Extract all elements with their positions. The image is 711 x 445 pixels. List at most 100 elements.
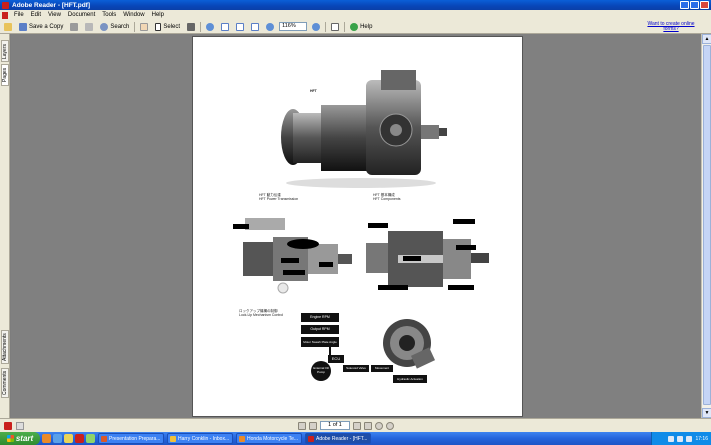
scroll-down-button[interactable]: ▼ (702, 408, 711, 418)
menu-file[interactable]: File (13, 12, 25, 18)
hand-tool-button[interactable] (138, 21, 150, 32)
go-back-button[interactable] (375, 421, 383, 430)
page-navigation: 1 of 1 (298, 421, 394, 430)
minimize-button[interactable] (680, 1, 689, 9)
save-copy-label: Save a Copy (29, 23, 64, 30)
section2-en: HFT Components (373, 197, 401, 201)
solenoid-valve-box: Solenoid Valve (343, 365, 369, 372)
hft-unit-illustration (281, 70, 447, 188)
printer-icon (70, 22, 79, 31)
window-title: Adobe Reader - [HFT.pdf] (12, 1, 90, 9)
task-adobe-reader[interactable]: Adobe Reader - [HFT... (305, 433, 371, 444)
vertical-scrollbar[interactable]: ▲ ▼ (701, 34, 711, 418)
quicklaunch-reader-icon[interactable] (75, 434, 84, 443)
flow-connector (329, 347, 331, 355)
first-page-button[interactable] (298, 421, 306, 430)
scroll-thumb[interactable] (703, 45, 711, 405)
rotate-button[interactable] (329, 21, 341, 32)
engine-rpm-box: Engine RPM (301, 313, 339, 322)
email-icon (85, 22, 94, 31)
taskbar: start Presentation Prepara... Harry Conk… (0, 432, 711, 445)
go-forward-button[interactable] (386, 421, 394, 430)
last-page-button[interactable] (364, 421, 372, 430)
ecu-box: ECU (328, 355, 344, 363)
zoom-out-button[interactable] (264, 21, 276, 32)
toolbar-separator (344, 21, 346, 32)
fit-width-button[interactable] (249, 21, 261, 32)
print-button[interactable] (68, 21, 80, 32)
adobe-reader-icon (2, 1, 9, 9)
zoom-tool-button[interactable] (204, 21, 216, 32)
task-inbox[interactable]: Harry Conklin - Inbox... (167, 433, 233, 444)
toolbar-separator (325, 21, 327, 32)
external-oil-pump: External Oil Pump (311, 361, 331, 381)
hand-icon (140, 22, 149, 31)
page-number-input[interactable]: 1 of 1 (320, 421, 350, 430)
task-presentation[interactable]: Presentation Prepara... (98, 433, 164, 444)
clock: 17:16 (695, 435, 708, 442)
tab-layers[interactable]: Layers (1, 40, 9, 62)
network-icon[interactable] (668, 435, 675, 442)
help-button[interactable]: Help (348, 21, 374, 32)
quicklaunch-outlook-icon[interactable] (64, 434, 73, 443)
menu-help[interactable]: Help (151, 12, 165, 18)
windows-flag-icon (6, 435, 14, 442)
search-button[interactable]: Search (98, 21, 131, 32)
start-label: start (15, 434, 34, 443)
select-button[interactable]: Select (153, 21, 182, 32)
toolbar-separator (200, 21, 202, 32)
menu-document[interactable]: Document (67, 12, 96, 18)
actual-size-button[interactable] (219, 21, 231, 32)
save-copy-button[interactable]: Save a Copy (17, 21, 65, 32)
document-icon (2, 11, 8, 19)
snapshot-button[interactable] (185, 21, 197, 32)
tab-attachments[interactable]: Attachments (1, 330, 9, 364)
start-button[interactable]: start (0, 432, 40, 445)
system-tray: 17:16 (651, 432, 711, 445)
outlook-icon (170, 435, 176, 442)
output-rpm-box: Output RPM (301, 325, 339, 334)
email-button[interactable] (83, 21, 95, 32)
task-label: Honda Motorcycle Te... (247, 435, 299, 442)
menu-window[interactable]: Window (122, 12, 145, 18)
menu-view[interactable]: View (47, 12, 62, 18)
fit-page-icon (236, 22, 245, 31)
task-honda[interactable]: Honda Motorcycle Te... (236, 433, 302, 444)
power-transmission-diagram (233, 218, 352, 294)
maximize-button[interactable] (690, 1, 699, 9)
rotate-icon (331, 22, 340, 31)
menu-tools[interactable]: Tools (101, 12, 117, 18)
quicklaunch-ie-icon[interactable] (53, 434, 62, 443)
pdf-page: HFT HFT 動力伝達 HFT Power Transmission HFT … (192, 36, 523, 417)
fit-page-button[interactable] (234, 21, 246, 32)
next-page-button[interactable] (353, 421, 361, 430)
zoom-in-button[interactable] (310, 21, 322, 32)
magnifier-icon (206, 22, 215, 31)
quicklaunch-desktop-icon[interactable] (86, 434, 95, 443)
quicklaunch-firefox-icon[interactable] (42, 434, 51, 443)
navigation-pane: Layers Pages Attachments Comments (0, 34, 10, 418)
open-button[interactable] (2, 21, 14, 32)
task-label: Adobe Reader - [HFT... (316, 435, 368, 442)
zoom-in-icon (312, 22, 321, 31)
volume-icon[interactable] (677, 435, 684, 442)
toolbar: Save a Copy Search Select 116% Help (0, 20, 711, 34)
create-forms-link[interactable]: Want to create online forms? (647, 22, 695, 32)
tab-comments[interactable]: Comments (1, 368, 9, 398)
previous-page-button[interactable] (309, 421, 317, 430)
components-diagram (366, 219, 489, 290)
zoom-input[interactable]: 116% (279, 22, 308, 31)
help-icon (350, 22, 359, 31)
disk-icon (19, 22, 27, 31)
folder-icon (4, 22, 12, 31)
security-icon[interactable] (686, 435, 693, 442)
scroll-up-button[interactable]: ▲ (702, 34, 711, 44)
page-icon (221, 22, 230, 31)
close-button[interactable] (700, 1, 709, 9)
window-controls (680, 1, 709, 9)
menu-edit[interactable]: Edit (30, 12, 42, 18)
page-layout-icon[interactable] (16, 422, 24, 430)
search-label: Search (110, 23, 130, 30)
lockup-clutch-illustration (383, 319, 436, 369)
tab-pages[interactable]: Pages (1, 64, 9, 86)
